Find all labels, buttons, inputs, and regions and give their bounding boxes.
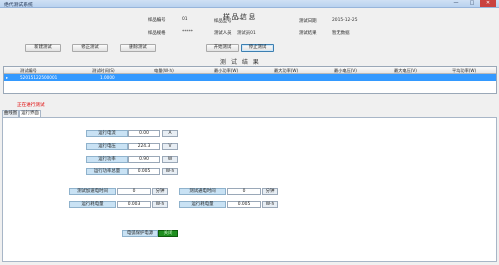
run-energy-total-value: 0.005 xyxy=(128,168,160,175)
results-grid[interactable]: 测试编号 测试时间(S) 电量(W·h) 最小功率(W) 最大功率(W) 最小电… xyxy=(3,66,497,94)
title-bar: 绝代测试系统 — □ ✕ xyxy=(0,0,499,8)
preheat-time-input[interactable]: 0 xyxy=(117,188,151,195)
run-voltage-value: 224.3 xyxy=(128,143,160,150)
power-on-time-input[interactable]: 0 xyxy=(227,188,261,195)
edit-test-button[interactable]: 修正测试 xyxy=(72,44,108,52)
sample-number-value: 01 xyxy=(182,17,188,22)
run-consumption2-input[interactable]: 0.005 xyxy=(227,201,261,208)
preheat-time-unit: 分钟 xyxy=(152,188,168,195)
run-power-value: 0.90 xyxy=(128,156,160,163)
test-result-label: 测试结果 xyxy=(299,31,317,36)
maximize-button[interactable]: □ xyxy=(464,0,480,7)
run-power-label: 运行功率 xyxy=(86,156,128,163)
run-consumption-unit: W·h xyxy=(152,201,168,208)
cell-test-time: 1.0000 xyxy=(100,75,115,80)
run-consumption-input[interactable]: 0.003 xyxy=(117,201,151,208)
test-results-header: 测 试 结 果 xyxy=(220,59,261,66)
status-text: 正在进行测试 xyxy=(17,103,45,108)
test-date-label: 测试日期 xyxy=(299,19,317,24)
tab-run[interactable]: 运行界面 xyxy=(19,110,41,117)
arc-protection-label: 电弧保护电源 xyxy=(122,230,158,237)
arc-protection-toggle[interactable]: 关闭 xyxy=(158,230,178,237)
close-button[interactable]: ✕ xyxy=(480,0,496,7)
window-title: 绝代测试系统 xyxy=(4,3,33,8)
tab-curve[interactable]: 曲线图 xyxy=(2,110,19,117)
delete-test-button[interactable]: 删除测试 xyxy=(120,44,156,52)
sample-model-value: *** xyxy=(237,18,244,23)
preheat-time-label: 测试加速电时间 xyxy=(69,188,116,195)
test-result-value: 暂无数据 xyxy=(332,31,350,36)
sample-number-label: 样品编号 xyxy=(148,18,166,23)
run-consumption-label: 运行耗电量 xyxy=(69,201,116,208)
run-voltage-unit: V xyxy=(162,143,178,150)
run-current-value: 0.00 xyxy=(128,130,160,137)
run-consumption2-label: 运行耗电量 xyxy=(179,201,226,208)
run-current-unit: A xyxy=(162,130,178,137)
cell-test-number: 52015122500001 xyxy=(20,75,58,80)
run-consumption2-unit: W·h xyxy=(262,201,278,208)
run-energy-total-label: 运行功率总量 xyxy=(86,168,128,175)
grid-header: 测试编号 测试时间(S) 电量(W·h) 最小功率(W) 最大功率(W) 最小电… xyxy=(4,67,496,74)
run-panel: 运行电流 0.00 A 运行电压 224.3 V 运行功率 0.90 W 运行功… xyxy=(2,117,497,262)
sample-spec-label: 样品规格 xyxy=(148,31,166,36)
new-test-button[interactable]: 新建测试 xyxy=(25,44,61,52)
run-voltage-label: 运行电压 xyxy=(86,143,128,150)
start-test-button[interactable]: 开始测试 xyxy=(206,44,239,52)
table-row[interactable]: ▸ 52015122500001 1.0000 xyxy=(4,74,496,81)
test-date-value: 2015-12-25 xyxy=(332,18,358,23)
sample-spec-value: ***** xyxy=(182,30,193,35)
row-pointer-icon: ▸ xyxy=(6,75,9,80)
stop-test-button[interactable]: 停止测试 xyxy=(241,44,274,52)
tester-value: 测试员01 xyxy=(237,31,256,36)
sample-model-label: 样品型号 xyxy=(214,19,232,24)
minimize-button[interactable]: — xyxy=(448,0,464,7)
tester-label: 测试人员 xyxy=(214,31,232,36)
run-energy-total-unit: W·h xyxy=(162,168,178,175)
run-power-unit: W xyxy=(162,156,178,163)
power-on-time-label: 测试通电时间 xyxy=(179,188,226,195)
run-current-label: 运行电流 xyxy=(86,130,128,137)
power-on-time-unit: 分钟 xyxy=(262,188,278,195)
